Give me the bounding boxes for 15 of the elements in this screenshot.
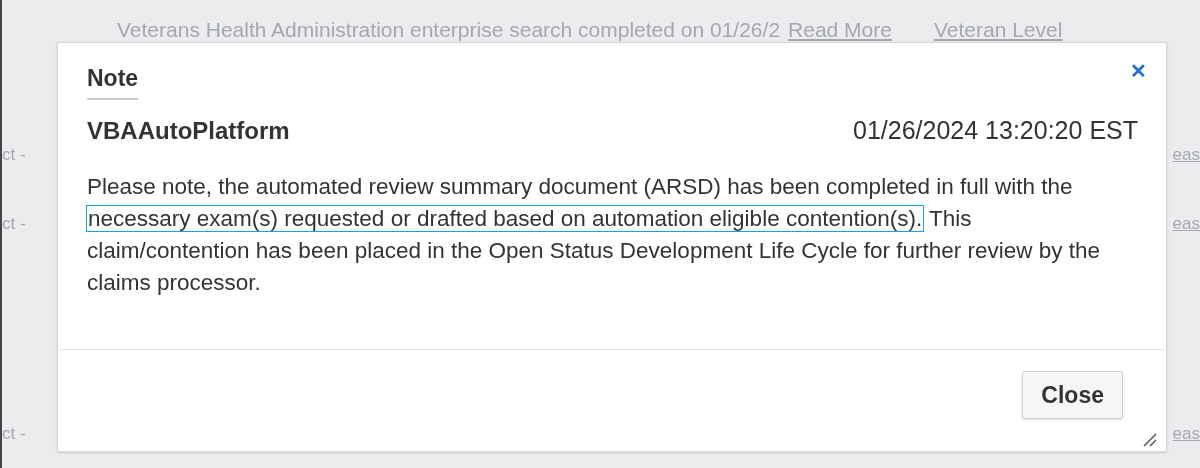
note-text: Please note, the automated review summary document (ARSD) has been completed in full with the necessary exam(s) requested or drafted based on automation eligible contention(s). This claim/contention has been placed in the Open Status Development Life Cycle for further review by the claims processor.: [86, 173, 1102, 297]
background-link[interactable]: eas: [1172, 420, 1200, 446]
author-name: VBAAutoPlatform: [87, 115, 290, 146]
dialog-title: Note: [87, 61, 139, 100]
veteran-level-link[interactable]: Veteran Level: [933, 14, 1063, 46]
read-more-link[interactable]: Read More: [788, 14, 892, 46]
resize-handle-icon: [1141, 431, 1157, 447]
background-text: ct -: [2, 213, 26, 235]
background-link[interactable]: eas: [1172, 141, 1200, 167]
close-button[interactable]: Close: [1022, 371, 1123, 419]
background-link[interactable]: eas: [1172, 211, 1200, 237]
background-text: ct -: [2, 422, 26, 445]
banner-text: Veterans Health Administration enterprise search completed on 01/26/2: [117, 17, 781, 43]
background-text: ct -: [2, 143, 26, 166]
timestamp: 01/26/2024 13:20:20 EST: [853, 114, 1138, 146]
